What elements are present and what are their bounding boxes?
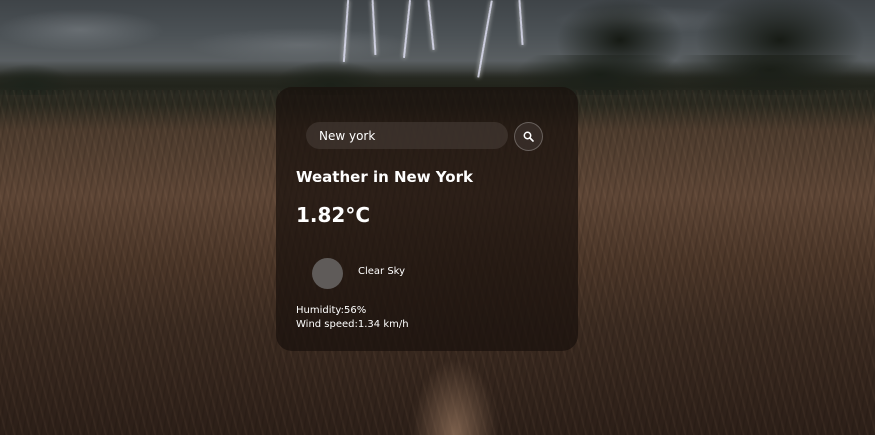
search-icon <box>523 131 534 142</box>
wind-speed-value: Wind speed:1.34 km/h <box>296 319 409 330</box>
weather-description: Clear Sky <box>358 266 406 277</box>
humidity-value: Humidity:56% <box>296 305 367 316</box>
dirt-path <box>400 340 510 435</box>
temperature-value: 1.82°C <box>296 203 371 227</box>
weather-condition-icon <box>312 258 343 289</box>
search-button[interactable] <box>514 122 543 151</box>
weather-title: Weather in New York <box>296 168 473 186</box>
search-input[interactable] <box>306 122 508 149</box>
weather-card: Weather in New York 1.82°C Clear Sky Hum… <box>276 87 578 351</box>
